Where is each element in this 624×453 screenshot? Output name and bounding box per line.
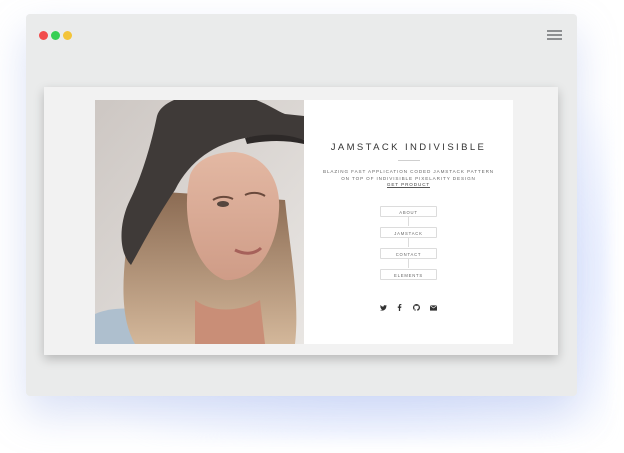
nav-connector: [408, 217, 409, 226]
twitter-icon[interactable]: [379, 304, 387, 311]
nav-connector: [408, 259, 409, 268]
content-card: JAMSTACK INDIVISIBLE BLAZING FAST APPLIC…: [304, 100, 513, 344]
nav-button-elements[interactable]: ELEMENTS: [380, 269, 437, 280]
email-icon[interactable]: [430, 305, 438, 311]
github-icon[interactable]: [412, 304, 420, 312]
social-links: [304, 299, 513, 317]
webpage: JAMSTACK INDIVISIBLE BLAZING FAST APPLIC…: [44, 87, 558, 355]
nav-button-about[interactable]: ABOUT: [380, 206, 437, 217]
site-title: JAMSTACK INDIVISIBLE: [330, 142, 487, 153]
maximize-window-button[interactable]: [51, 31, 60, 40]
nav-button-jamstack[interactable]: JAMSTACK: [380, 227, 437, 238]
nav-button-contact[interactable]: CONTACT: [380, 248, 437, 259]
site-tagline: BLAZING FAST APPLICATION CODED JAMSTACK …: [304, 168, 513, 182]
portrait-photo: [95, 100, 304, 344]
woman-portrait-image: [95, 100, 304, 344]
nav-connector: [408, 238, 409, 247]
facebook-icon[interactable]: [397, 304, 402, 312]
close-window-button[interactable]: [39, 31, 48, 40]
tagline-line-2: ON TOP OF INDIVISIBLE PIXELARITY DESIGN: [341, 176, 476, 181]
hamburger-menu-icon[interactable]: [545, 27, 565, 41]
tagline-line-1: BLAZING FAST APPLICATION CODED JAMSTACK …: [322, 169, 495, 174]
title-divider: [398, 160, 420, 161]
get-product-label: GET PRODUCT: [386, 182, 431, 188]
get-product-link[interactable]: GET PRODUCT: [304, 182, 513, 188]
minimize-window-button[interactable]: [63, 31, 72, 40]
